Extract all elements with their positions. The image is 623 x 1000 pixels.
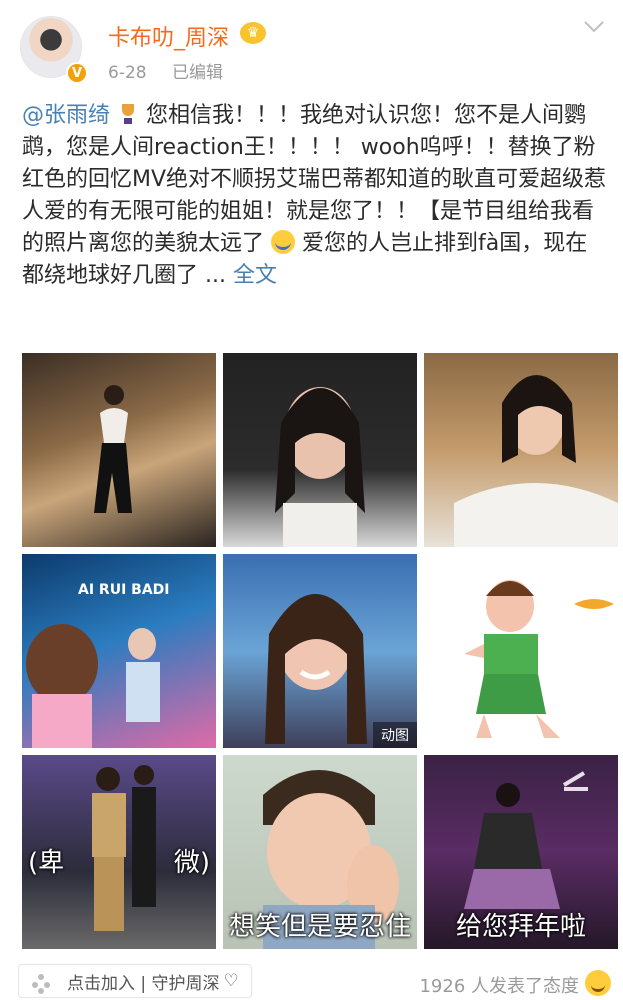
portrait-icon (454, 375, 618, 547)
image-3[interactable] (424, 353, 618, 547)
stage-scene-icon: AI RUI BADI (26, 582, 170, 748)
post-date: 6-28 (108, 63, 147, 83)
chevron-down-icon[interactable] (583, 20, 605, 34)
smile-emoji-icon[interactable] (585, 970, 611, 996)
attitude-count[interactable]: 1926 人发表了态度 (419, 972, 579, 998)
gif-badge: 动图 (373, 722, 417, 748)
full-text-link[interactable]: 全文 (233, 263, 277, 288)
cartoon-sticker-icon (464, 580, 614, 738)
fan-group-icon (32, 974, 50, 994)
image-7[interactable]: (卑 微) (22, 755, 216, 949)
crying-emoji-icon (271, 230, 296, 254)
image-6[interactable] (424, 554, 618, 748)
person-figure-icon (94, 385, 132, 513)
post-body: @张雨绮 您相信我！！！我绝对认识您！您不是人间鹦鹉，您是人间reaction王… (22, 100, 607, 292)
image-1[interactable] (22, 353, 216, 547)
image-grid: AI RUI BADI 动图 (卑 微) 想笑但是要忍住 给您拜年啦 (22, 353, 618, 949)
edited-label: 已编辑 (172, 63, 223, 83)
join-fan-group-button[interactable]: 点击加入 | 守护周深 ♡ (18, 964, 252, 998)
meme-caption: (卑 微) (22, 842, 216, 879)
mention-link[interactable]: @张雨绮 (22, 103, 110, 128)
image-5[interactable]: 动图 (223, 554, 417, 748)
portrait-icon (275, 387, 365, 547)
avatar[interactable]: V (20, 16, 88, 84)
meme-caption-right: 微) (173, 848, 210, 878)
image-2[interactable] (223, 353, 417, 547)
svg-text:AI RUI BADI: AI RUI BADI (78, 582, 170, 598)
portrait-icon (265, 594, 367, 744)
post-header: V 卡布叻_周深 ♛ 6-28 已编辑 (0, 0, 623, 96)
heart-icon: ♡ (223, 971, 239, 991)
post-meta: 6-28 已编辑 (108, 58, 223, 83)
trophy-icon (122, 104, 135, 124)
meme-caption: 想笑但是要忍住 (228, 912, 411, 942)
image-9[interactable]: 给您拜年啦 (424, 755, 618, 949)
image-4[interactable]: AI RUI BADI (22, 554, 216, 748)
meme-caption: 给您拜年啦 (455, 912, 586, 942)
username[interactable]: 卡布叻_周深 (108, 20, 229, 52)
verified-icon: V (66, 62, 88, 84)
meme-caption-left: (卑 (28, 848, 65, 878)
join-label: 点击加入 | 守护周深 (67, 973, 220, 994)
crown-icon: ♛ (240, 22, 266, 44)
image-8[interactable]: 想笑但是要忍住 (223, 755, 417, 949)
post-footer: 点击加入 | 守护周深 ♡ 1926 人发表了态度 (0, 960, 623, 1000)
